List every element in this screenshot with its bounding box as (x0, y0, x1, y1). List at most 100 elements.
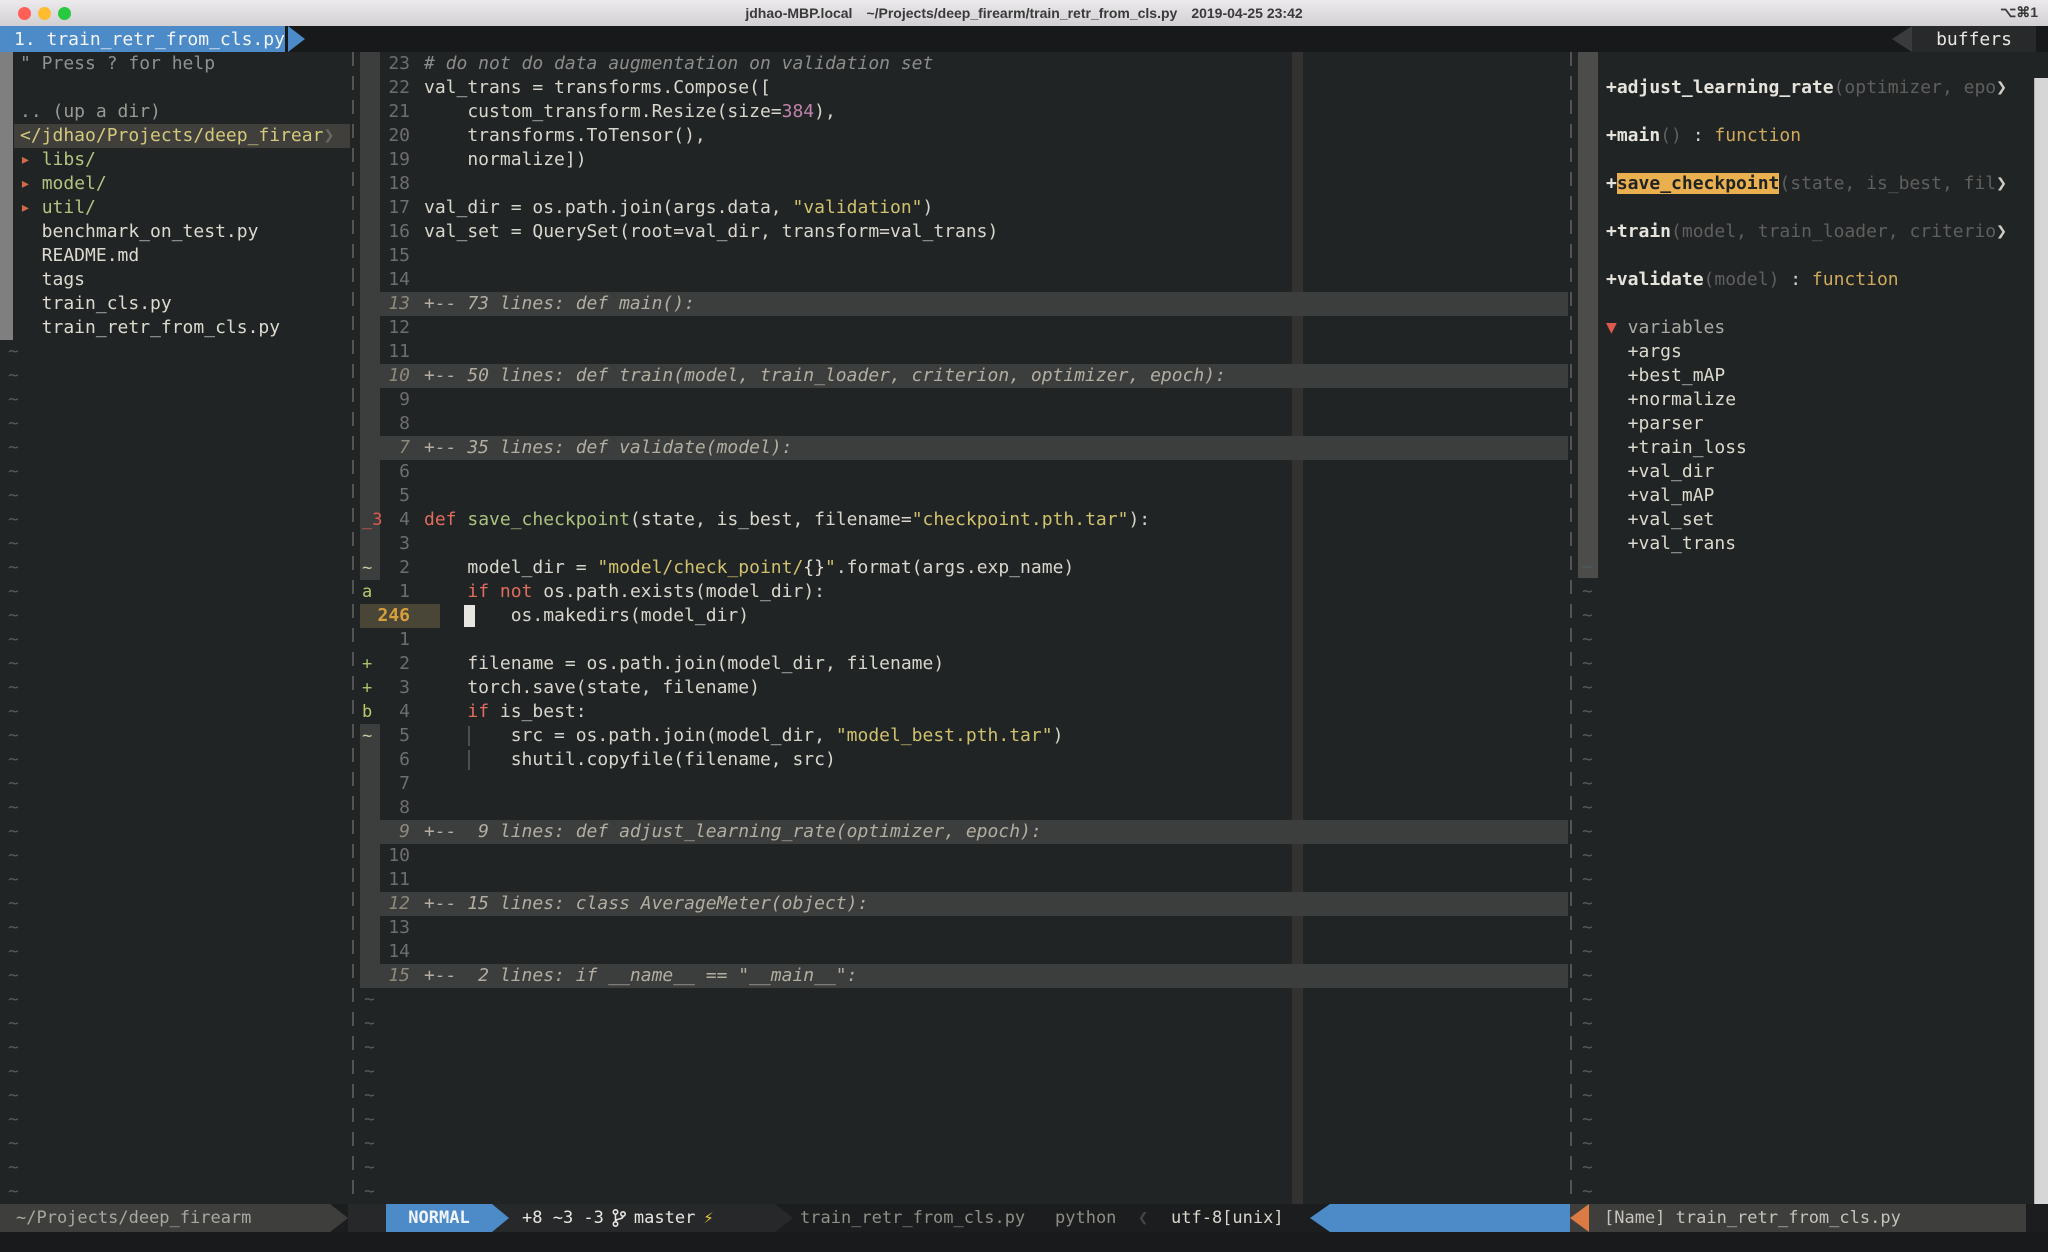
tilde-marker: ~ (1582, 772, 1593, 796)
tag-item[interactable]: +normalize (1578, 388, 2034, 412)
tilde-marker: ~ (1582, 1060, 1593, 1084)
code-line[interactable]: 4b if is_best: (360, 700, 1568, 724)
tilde-marker: ~ (8, 412, 19, 436)
tag-item[interactable]: +save_checkpoint(state, is_best, fil❯ (1578, 172, 2034, 196)
vim-terminal-window: jdhao-MBP.local ~/Projects/deep_firearm/… (0, 0, 2048, 1252)
code-line[interactable]: 1 (360, 628, 1568, 652)
code-line[interactable]: 16val_set = QuerySet(root=val_dir, trans… (360, 220, 1568, 244)
tag-item[interactable]: +adjust_learning_rate(optimizer, epo❯ (1578, 76, 2034, 100)
tag-item-text: +train(model, train_loader, criterio❯ (1606, 220, 2007, 244)
code-line[interactable]: 246 os.makedirs(model_dir) (360, 604, 1568, 628)
code-line[interactable]: 15+-- 2 lines: if __name__ == "__main__"… (360, 964, 1568, 988)
code-line[interactable]: 5~ src = os.path.join(model_dir, "model_… (360, 724, 1568, 748)
tag-item[interactable]: +val_mAP (1578, 484, 2034, 508)
code-line[interactable]: 11 (360, 340, 1568, 364)
window-separator[interactable] (352, 52, 354, 1204)
code-line[interactable]: 4_3def save_checkpoint(state, is_best, f… (360, 508, 1568, 532)
tag-item[interactable]: +main() : function (1578, 124, 2034, 148)
code-line[interactable]: 10 (360, 844, 1568, 868)
tree-item[interactable]: </jdhao/Projects/deep_firear❯ (0, 124, 350, 148)
tag-item[interactable]: +best_mAP (1578, 364, 2034, 388)
code-line[interactable]: 9 (360, 388, 1568, 412)
tagbar-pane[interactable]: +adjust_learning_rate(optimizer, epo❯ +ma… (1578, 52, 2034, 1204)
tag-item[interactable]: +train_loss (1578, 436, 2034, 460)
code-line[interactable]: 17val_dir = os.path.join(args.data, "val… (360, 196, 1568, 220)
code-line[interactable]: 14 (360, 268, 1568, 292)
code-line[interactable]: 12 (360, 316, 1568, 340)
nerdtree-pane[interactable]: " Press ? for help .. (up a dir)</jdhao/P… (0, 52, 350, 1204)
tree-item[interactable]: ▸ libs/ (0, 148, 350, 172)
code-line[interactable]: 23# do not do data augmentation on valid… (360, 52, 1568, 76)
code-line[interactable]: 11 (360, 868, 1568, 892)
code-line[interactable]: 8 (360, 412, 1568, 436)
tag-item[interactable]: +train(model, train_loader, criterio❯ (1578, 220, 2034, 244)
code-token: model_dir = (424, 557, 597, 578)
code-line[interactable]: 13+-- 73 lines: def main(): (360, 292, 1568, 316)
code-line[interactable]: 3 (360, 532, 1568, 556)
tag-item[interactable]: +val_trans (1578, 532, 2034, 556)
code-line[interactable]: 5 (360, 484, 1568, 508)
tab-shortcut-hint: ⌥⌘1 (2000, 4, 2038, 21)
code-line[interactable]: 15 (360, 244, 1568, 268)
code-line[interactable]: 6 (360, 460, 1568, 484)
code-token: custom_transform.Resize(size= (424, 101, 782, 122)
tree-item[interactable]: train_cls.py (0, 292, 350, 316)
tree-item[interactable]: README.md (0, 244, 350, 268)
code-line[interactable]: 13 (360, 916, 1568, 940)
window-separator[interactable] (1570, 52, 1572, 1204)
tree-item[interactable]: tags (0, 268, 350, 292)
line-number: 21 (360, 100, 410, 124)
tree-item[interactable]: " Press ? for help (0, 52, 350, 76)
code-line[interactable]: 10+-- 50 lines: def train(model, train_l… (360, 364, 1568, 388)
code-line[interactable]: 20 transforms.ToTensor(), (360, 124, 1568, 148)
tilde-marker: ~ (8, 1156, 19, 1180)
tag-item[interactable]: +val_dir (1578, 460, 2034, 484)
tag-item[interactable]: ▼ variables (1578, 316, 2034, 340)
tab-active[interactable]: 1. train_retr_from_cls.py (0, 26, 285, 52)
command-line[interactable] (0, 1232, 2048, 1252)
tag-item-text: +val_set (1606, 508, 1714, 532)
tree-item-text: benchmark_on_test.py (20, 220, 258, 244)
code-line[interactable]: 14 (360, 940, 1568, 964)
code-line[interactable]: 9+-- 9 lines: def adjust_learning_rate(o… (360, 820, 1568, 844)
code-line[interactable]: 3+ torch.save(state, filename) (360, 676, 1568, 700)
tag-item-text: +val_trans (1606, 532, 1736, 556)
code-token: +-- 15 lines: class AverageMeter(object)… (424, 893, 868, 914)
code-line[interactable]: 22val_trans = transforms.Compose([ (360, 76, 1568, 100)
line-number: 12 (360, 892, 410, 916)
code-line[interactable]: 18 (360, 172, 1568, 196)
tag-item[interactable]: +validate(model) : function (1578, 268, 2034, 292)
empty-buffer-line: ~ (1578, 964, 2034, 988)
empty-buffer-line: ~ (1578, 604, 2034, 628)
tree-item[interactable]: ▸ util/ (0, 196, 350, 220)
empty-buffer-line: ~ (1578, 1012, 2034, 1036)
code-line[interactable]: 7+-- 35 lines: def validate(model): (360, 436, 1568, 460)
empty-buffer-line: ~ (1578, 988, 2034, 1012)
code-line[interactable]: 2~ model_dir = "model/check_point/{}".fo… (360, 556, 1568, 580)
code-line[interactable]: 7 (360, 772, 1568, 796)
code-line[interactable]: 6 shutil.copyfile(filename, src) (360, 748, 1568, 772)
code-line[interactable]: 21 custom_transform.Resize(size=384), (360, 100, 1568, 124)
code-line[interactable]: 19 normalize]) (360, 148, 1568, 172)
tag-token: +normalize (1606, 389, 1736, 410)
terminal-scrollbar[interactable] (2034, 78, 2048, 1252)
code-token: torch.save(state, filename) (424, 677, 760, 698)
code-line[interactable]: 2+ filename = os.path.join(model_dir, fi… (360, 652, 1568, 676)
tag-token: save_checkpoint (1617, 173, 1780, 194)
code-line[interactable]: 1a if not os.path.exists(model_dir): (360, 580, 1568, 604)
code-line[interactable]: 8 (360, 796, 1568, 820)
tree-item[interactable]: .. (up a dir) (0, 100, 350, 124)
tag-item[interactable]: +val_set (1578, 508, 2034, 532)
tree-item[interactable]: benchmark_on_test.py (0, 220, 350, 244)
code-line[interactable]: 12 +-- 15 lines: class AverageMeter(objec… (360, 892, 1568, 916)
code-editor-pane[interactable]: 23# do not do data augmentation on valid… (360, 52, 1568, 1204)
tree-item[interactable]: train_retr_from_cls.py (0, 316, 350, 340)
tilde-marker: ~ (1582, 1132, 1593, 1156)
code-line-text: transforms.ToTensor(), (424, 124, 706, 148)
empty-buffer-line: ~ (0, 940, 350, 964)
tag-item[interactable]: +args (1578, 340, 2034, 364)
tree-item[interactable]: ▸ model/ (0, 172, 350, 196)
tag-item[interactable]: +parser (1578, 412, 2034, 436)
empty-buffer-line: ~ (1578, 1156, 2034, 1180)
empty-buffer-line: ~ (1578, 1084, 2034, 1108)
